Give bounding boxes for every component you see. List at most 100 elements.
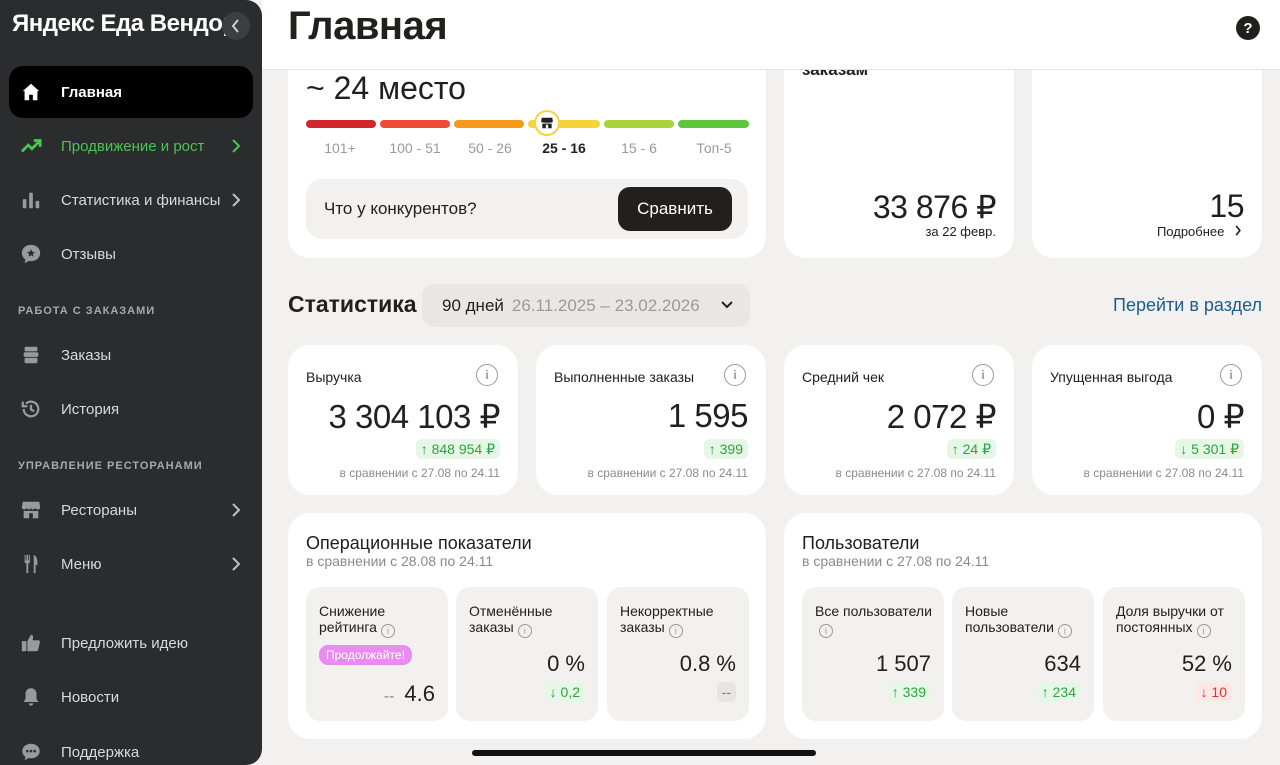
sidebar-item-label: Отзывы [61,245,116,263]
new-users-card[interactable]: Новые пользователи i 634 ↑ 234 [952,587,1094,721]
current-position-store-icon [534,110,560,136]
period-range: 26.11.2025 – 23.02.2026 [511,295,700,315]
info-icon[interactable]: i [1196,624,1211,638]
users-panel: Пользователи в сравнении с 27.08 по 24.1… [784,513,1262,739]
history-icon [19,397,43,421]
sub-card-title: Доля выручки от постоянных i [1116,603,1240,638]
metric-card-lost-profit[interactable]: Упущенная выгода i 0 ₽ ↓ 5 301 ₽ в сравн… [1032,345,1262,495]
metric-delta: ↑ 24 ₽ [946,439,996,459]
sidebar-item-home[interactable]: Главная [9,66,253,118]
chevron-right-icon [232,139,241,153]
sub-card-value: 634 [1044,651,1081,676]
fork-knife-icon [19,552,43,576]
incorrect-orders-card[interactable]: Некорректные заказы i 0.8 % -- [607,587,749,721]
info-icon[interactable]: i [972,364,994,386]
sidebar-item-restaurants[interactable]: Рестораны [9,484,253,536]
chevron-down-icon [721,301,733,309]
rating-scale [306,110,750,136]
sidebar-item-label: Рестораны [61,501,137,519]
trend-dash: -- [383,688,395,705]
sub-card-title: Все пользователи i [815,603,939,638]
info-icon[interactable]: i [819,624,833,638]
count-card: 15 Подробнее [1032,40,1262,258]
sidebar: Яндекс Еда Вендор Главная Продвижение и … [0,0,262,765]
details-link[interactable]: Подробнее [1157,224,1242,239]
sub-card-value: 0 % [547,651,585,676]
sidebar-item-reviews[interactable]: Отзывы [9,228,253,280]
rating-bar-2 [380,120,450,128]
period-select[interactable]: 90 дней 26.11.2025 – 23.02.2026 [422,284,750,327]
scale-label: 50 - 26 [468,140,512,156]
sub-card-value: 1 507 [875,651,931,676]
info-icon[interactable]: i [724,364,746,386]
users-subtitle: в сравнении с 27.08 по 24.11 [802,553,990,569]
sub-card-delta: ↑ 339 [886,682,931,702]
rating-bar-3 [454,120,524,128]
metric-compare-note: в сравнении с 27.08 по 24.11 [339,466,500,480]
help-icon[interactable]: ? [1236,16,1260,40]
sidebar-item-history[interactable]: История [9,383,253,435]
operational-subtitle: в сравнении с 28.08 по 24.11 [306,553,494,569]
sidebar-section-orders: РАБОТА С ЗАКАЗАМИ [18,305,156,317]
metric-delta: ↓ 5 301 ₽ [1175,439,1244,459]
chat-icon [19,740,43,764]
metric-title: Упущенная выгода [1050,369,1173,385]
orders-icon [19,343,43,367]
orders-sum-card[interactable]: заказам 33 876 ₽ за 22 февр. [784,40,1014,258]
rating-bar-5 [604,120,674,128]
count-value: 15 [1209,188,1244,224]
rating-drop-card[interactable]: Снижение рейтинга i Продолжайте! -- 4.6 [306,587,448,721]
competitors-box: Что у конкурентов? Сравнить [306,179,748,239]
sidebar-item-label: Предложить идею [61,634,188,652]
sidebar-item-idea[interactable]: Предложить идею [9,617,253,669]
metric-card-revenue[interactable]: Выручка i 3 304 103 ₽ ↑ 848 954 ₽ в срав… [288,345,518,495]
sidebar-item-news[interactable]: Новости [9,671,253,723]
sidebar-item-label: Продвижение и рост [61,137,205,155]
metric-delta: ↑ 848 954 ₽ [415,439,500,459]
cancelled-orders-card[interactable]: Отменённые заказы i 0 % ↓ 0,2 [456,587,598,721]
sub-card-title-text: Снижение рейтинга [319,603,386,635]
info-icon[interactable]: i [517,624,532,638]
regular-revenue-share-card[interactable]: Доля выручки от постоянных i 52 % ↓ 10 [1103,587,1245,721]
sidebar-item-label: Заказы [61,346,112,364]
chevron-right-icon [232,557,241,571]
compare-button[interactable]: Сравнить [618,187,732,231]
info-icon[interactable]: i [1220,364,1242,386]
sub-card-delta: ↓ 0,2 [544,682,585,702]
all-users-card[interactable]: Все пользователи i 1 507 ↑ 339 [802,587,944,721]
info-icon[interactable]: i [1057,624,1072,638]
go-to-section-link[interactable]: Перейти в раздел [1113,295,1262,316]
users-title: Пользователи [802,533,920,553]
home-indicator [472,750,816,756]
sub-card-value: 0.8 % [679,651,736,676]
info-icon[interactable]: i [668,624,683,638]
home-icon [19,80,43,104]
keep-going-badge: Продолжайте! [319,645,412,665]
sub-card-title: Некорректные заказы i [620,603,744,638]
metric-title: Выполненные заказы [554,369,695,385]
sidebar-item-menu[interactable]: Меню [9,538,253,590]
metric-card-average-check[interactable]: Средний чек i 2 072 ₽ ↑ 24 ₽ в сравнении… [784,345,1014,495]
metric-delta: ↑ 399 [703,439,748,459]
metric-value: 3 304 103 ₽ [328,398,501,435]
sub-card-delta: ↓ 10 [1195,682,1232,702]
metric-compare-note: в сравнении с 27.08 по 24.11 [1083,466,1244,480]
sub-card-title-text: Отменённые заказы [469,603,553,635]
scale-label: 100 - 51 [389,140,441,156]
scale-label-current: 25 - 16 [542,140,586,156]
rating-card: ~ 24 место 101+ 100 - 51 50 - 26 25 - 16… [288,40,766,258]
scale-label: 15 - 6 [621,140,657,156]
sidebar-item-promotion[interactable]: Продвижение и рост [9,120,253,172]
info-icon[interactable]: i [476,364,498,386]
sub-card-title: Отменённые заказы i [469,603,593,638]
sidebar-item-stats[interactable]: Статистика и финансы [9,174,253,226]
sidebar-item-orders[interactable]: Заказы [9,329,253,381]
sidebar-item-support[interactable]: Поддержка [9,726,253,765]
metric-card-completed-orders[interactable]: Выполненные заказы i 1 595 ↑ 399 в сравн… [536,345,766,495]
collapse-sidebar-button[interactable] [222,12,250,40]
info-icon[interactable]: i [380,624,395,638]
chevron-left-icon [231,19,239,33]
sidebar-item-label: Новости [61,688,120,706]
metric-value: 1 595 [667,397,749,434]
sidebar-item-label: Главная [61,83,123,101]
